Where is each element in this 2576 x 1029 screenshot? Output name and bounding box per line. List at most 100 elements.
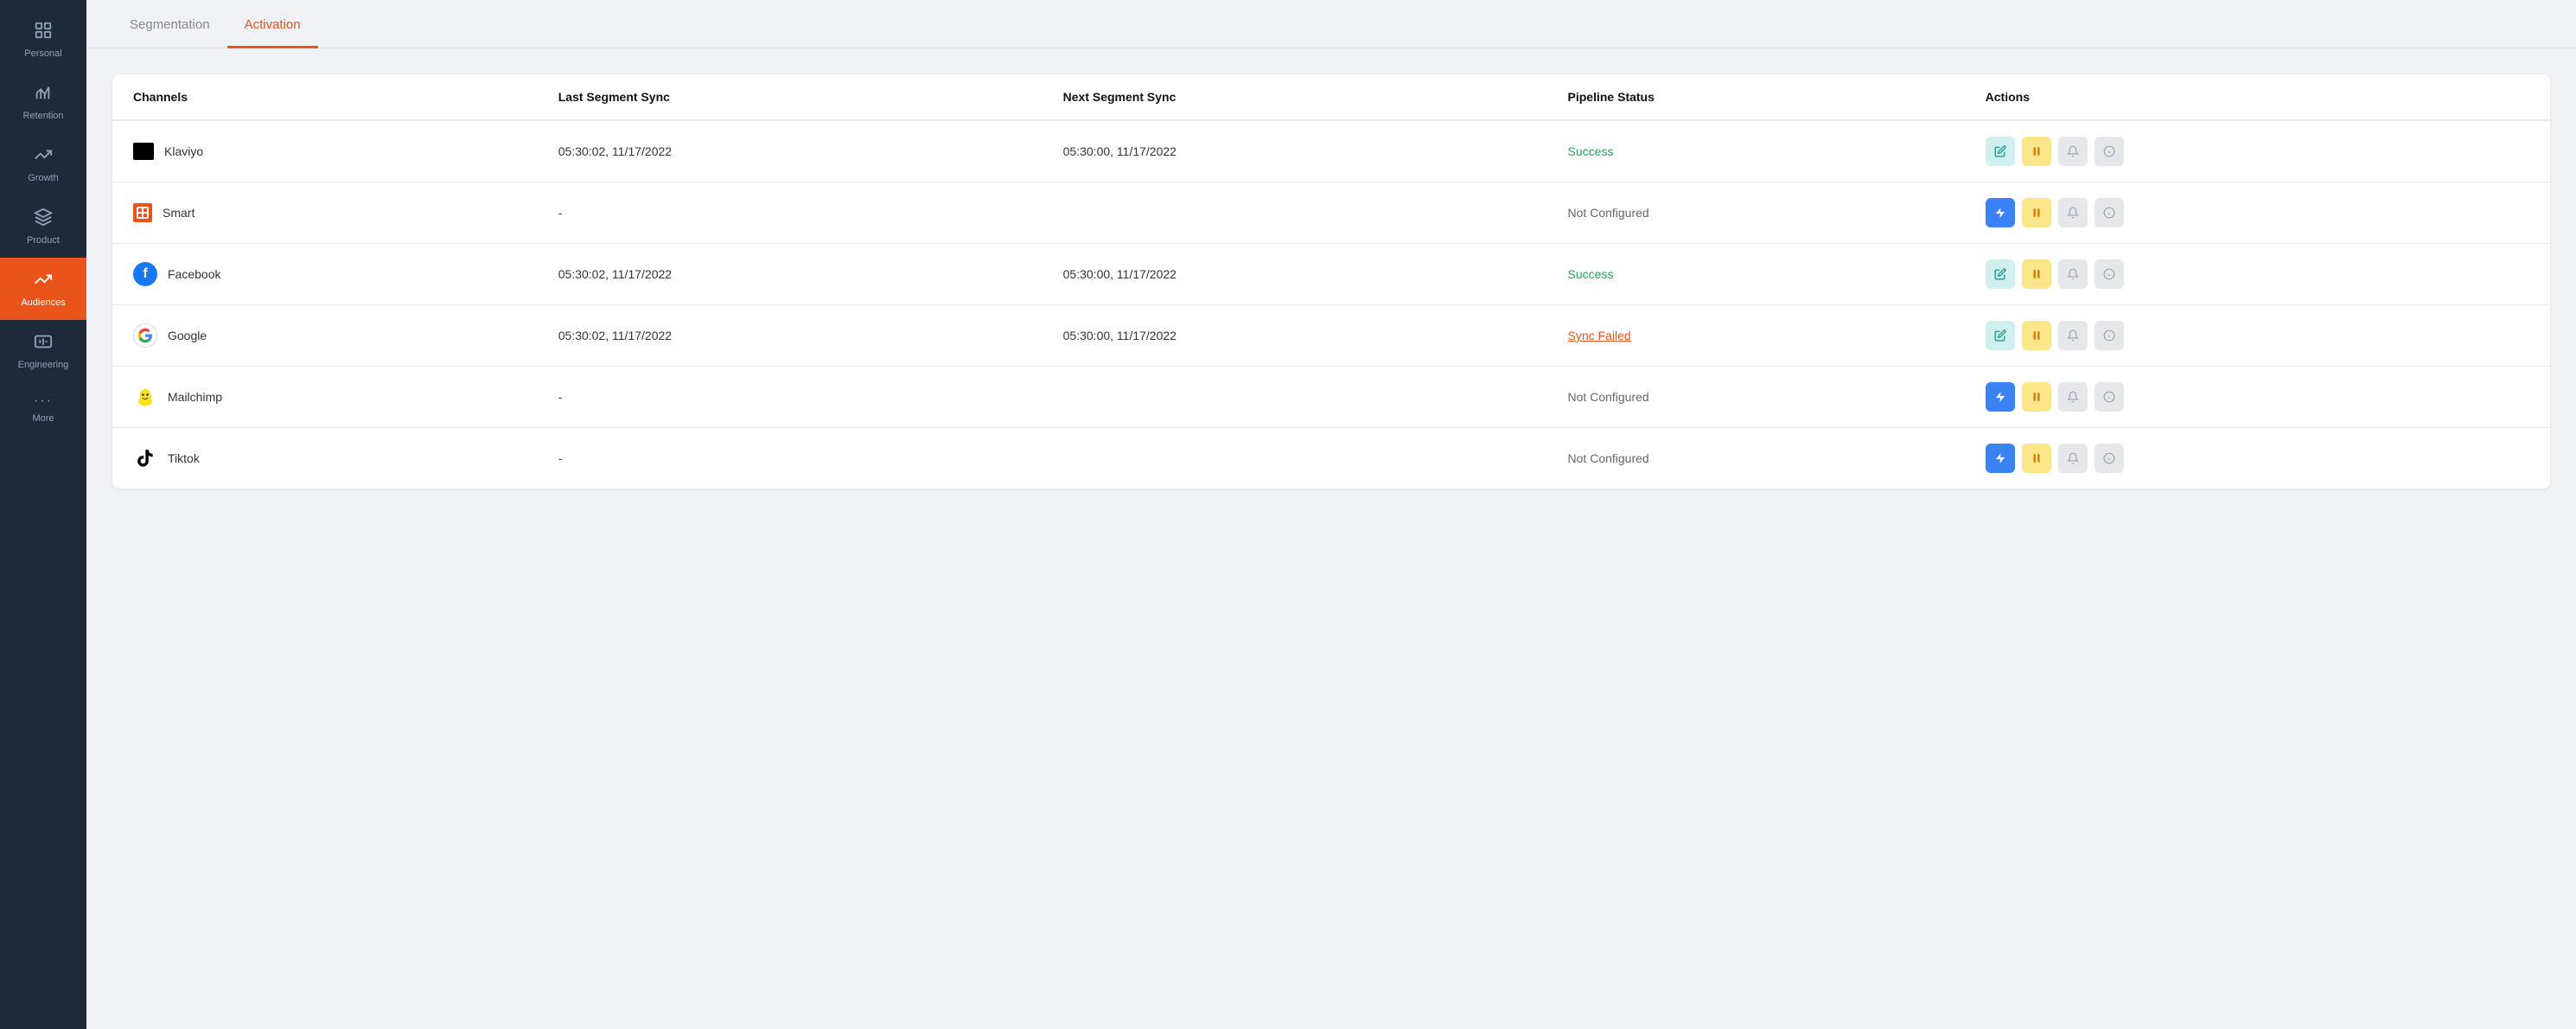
- engineering-icon: [34, 332, 53, 355]
- channel-cell-tiktok: Tiktok: [112, 428, 538, 489]
- last-sync-2: 05:30:02, 11/17/2022: [538, 244, 1043, 305]
- table-row: Smart - Not Configured: [112, 182, 2550, 244]
- pause-button[interactable]: [2022, 444, 2051, 473]
- channel-cell-klaviyo: Klaviyo: [112, 120, 538, 182]
- smart-icon: [133, 203, 152, 222]
- col-pipeline-status: Pipeline Status: [1547, 74, 1965, 120]
- sidebar-item-audiences[interactable]: Audiences: [0, 258, 86, 320]
- channel-cell-mailchimp: Mailchimp: [112, 367, 538, 428]
- bolt-button[interactable]: [1986, 444, 2015, 473]
- actions-1: [1965, 182, 2550, 244]
- tiktok-icon: [133, 446, 157, 470]
- status-badge: Not Configured: [1568, 206, 1649, 220]
- status-badge[interactable]: Sync Failed: [1568, 329, 1631, 342]
- pause-button[interactable]: [2022, 382, 2051, 412]
- actions-3: [1965, 305, 2550, 367]
- status-5: Not Configured: [1547, 428, 1965, 489]
- sidebar-item-more[interactable]: ··· More: [0, 382, 86, 436]
- channel-name: Klaviyo: [164, 144, 203, 158]
- channel-name: Mailchimp: [168, 390, 222, 404]
- actions-2: [1965, 244, 2550, 305]
- status-2: Success: [1547, 244, 1965, 305]
- channel-name: Smart: [163, 206, 194, 220]
- edit-button[interactable]: [1986, 259, 2015, 289]
- google-icon: [133, 323, 157, 348]
- info-button[interactable]: [2095, 321, 2124, 350]
- info-button[interactable]: [2095, 259, 2124, 289]
- channel-name: Tiktok: [168, 451, 200, 465]
- sidebar-item-growth-label: Growth: [28, 173, 58, 183]
- actions-cell-4: [1986, 382, 2529, 412]
- tab-bar: Segmentation Activation: [86, 0, 2576, 48]
- channels-table: Channels Last Segment Sync Next Segment …: [112, 74, 2550, 489]
- table-row: Mailchimp - Not Configured: [112, 367, 2550, 428]
- bell-button[interactable]: [2058, 382, 2088, 412]
- bell-button[interactable]: [2058, 137, 2088, 166]
- col-last-sync: Last Segment Sync: [538, 74, 1043, 120]
- status-4: Not Configured: [1547, 367, 1965, 428]
- retention-icon: [34, 83, 53, 105]
- growth-icon: [34, 145, 53, 168]
- mailchimp-icon: [133, 385, 157, 409]
- channels-card: Channels Last Segment Sync Next Segment …: [112, 74, 2550, 489]
- klaviyo-icon: [133, 143, 154, 160]
- sidebar-item-growth[interactable]: Growth: [0, 133, 86, 195]
- col-actions: Actions: [1965, 74, 2550, 120]
- actions-cell-0: [1986, 137, 2529, 166]
- last-sync-1: -: [538, 182, 1043, 244]
- bell-button[interactable]: [2058, 259, 2088, 289]
- sidebar-item-product[interactable]: Product: [0, 195, 86, 258]
- info-button[interactable]: [2095, 137, 2124, 166]
- audiences-icon: [34, 270, 53, 292]
- main-content: Segmentation Activation Channels Last Se…: [86, 0, 2576, 1029]
- info-button[interactable]: [2095, 198, 2124, 227]
- sidebar-item-personal-label: Personal: [24, 48, 61, 59]
- status-badge: Not Configured: [1568, 390, 1649, 404]
- sidebar-item-engineering[interactable]: Engineering: [0, 320, 86, 382]
- more-icon: ···: [34, 394, 53, 408]
- col-next-sync: Next Segment Sync: [1043, 74, 1547, 120]
- bell-button[interactable]: [2058, 444, 2088, 473]
- info-button[interactable]: [2095, 382, 2124, 412]
- table-row: fFacebook05:30:02, 11/17/202205:30:00, 1…: [112, 244, 2550, 305]
- table-row: Tiktok - Not Configured: [112, 428, 2550, 489]
- status-badge: Success: [1568, 267, 1614, 281]
- edit-button[interactable]: [1986, 321, 2015, 350]
- last-sync-4: -: [538, 367, 1043, 428]
- table-header-row: Channels Last Segment Sync Next Segment …: [112, 74, 2550, 120]
- pause-button[interactable]: [2022, 198, 2051, 227]
- actions-cell-1: [1986, 198, 2529, 227]
- actions-0: [1965, 120, 2550, 182]
- sidebar-item-audiences-label: Audiences: [21, 297, 65, 308]
- bell-button[interactable]: [2058, 198, 2088, 227]
- pause-button[interactable]: [2022, 321, 2051, 350]
- last-sync-5: -: [538, 428, 1043, 489]
- pause-button[interactable]: [2022, 259, 2051, 289]
- bell-button[interactable]: [2058, 321, 2088, 350]
- channel-name: Google: [168, 329, 207, 342]
- content-area: Channels Last Segment Sync Next Segment …: [86, 48, 2576, 1029]
- sidebar-item-more-label: More: [32, 413, 54, 424]
- col-channels: Channels: [112, 74, 538, 120]
- bolt-button[interactable]: [1986, 382, 2015, 412]
- facebook-icon: f: [133, 262, 157, 286]
- info-button[interactable]: [2095, 444, 2124, 473]
- bolt-button[interactable]: [1986, 198, 2015, 227]
- next-sync-2: 05:30:00, 11/17/2022: [1043, 244, 1547, 305]
- sidebar-item-retention[interactable]: Retention: [0, 71, 86, 133]
- table-row: Google05:30:02, 11/17/202205:30:00, 11/1…: [112, 305, 2550, 367]
- tab-activation[interactable]: Activation: [227, 0, 318, 48]
- actions-cell-2: [1986, 259, 2529, 289]
- table-row: Klaviyo05:30:02, 11/17/202205:30:00, 11/…: [112, 120, 2550, 182]
- tab-segmentation[interactable]: Segmentation: [112, 0, 227, 48]
- next-sync-0: 05:30:00, 11/17/2022: [1043, 120, 1547, 182]
- channel-cell-google: Google: [112, 305, 538, 367]
- status-0: Success: [1547, 120, 1965, 182]
- pause-button[interactable]: [2022, 137, 2051, 166]
- last-sync-3: 05:30:02, 11/17/2022: [538, 305, 1043, 367]
- edit-button[interactable]: [1986, 137, 2015, 166]
- status-3[interactable]: Sync Failed: [1547, 305, 1965, 367]
- sidebar-item-personal[interactable]: Personal: [0, 9, 86, 71]
- sidebar-item-product-label: Product: [27, 235, 60, 246]
- status-1: Not Configured: [1547, 182, 1965, 244]
